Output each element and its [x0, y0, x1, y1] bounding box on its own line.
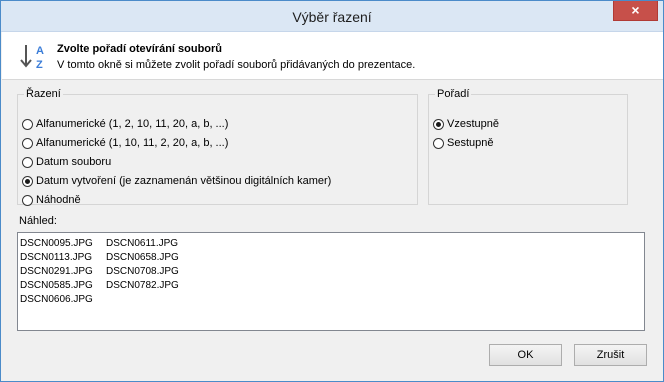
sort-option-label: Datum souboru: [36, 156, 112, 168]
header-title: Zvolte pořadí otevírání souborů: [57, 43, 223, 55]
list-item[interactable]: DSCN0291.JPG: [20, 265, 93, 279]
radio-button[interactable]: [22, 194, 33, 206]
order-group-legend: Pořadí: [437, 88, 470, 100]
svg-text:Z: Z: [36, 59, 43, 71]
close-button[interactable]: ×: [613, 1, 658, 21]
list-item[interactable]: DSCN0611.JPG: [106, 237, 179, 251]
sort-option-label: Datum vytvoření (je zaznamenán většinou …: [36, 175, 332, 187]
radio-button[interactable]: [22, 118, 33, 130]
sort-option-creation-date[interactable]: Datum vytvoření (je zaznamenán většinou …: [22, 175, 331, 187]
cancel-button[interactable]: Zrušit: [574, 344, 647, 366]
preview-column-2: DSCN0611.JPG DSCN0658.JPG DSCN0708.JPG D…: [106, 237, 179, 293]
sort-group-legend: Řazení: [26, 88, 61, 100]
sort-group: Řazení Alfanumerické (1, 2, 10, 11, 20, …: [17, 88, 418, 206]
list-item[interactable]: DSCN0113.JPG: [20, 251, 93, 265]
list-item[interactable]: DSCN0585.JPG: [20, 279, 93, 293]
sort-option-label: Náhodně: [36, 194, 81, 206]
dialog-window: Výběr řazení × A Z Zvolte pořadí otevírá…: [0, 0, 664, 382]
order-option-descending[interactable]: Sestupně: [433, 137, 493, 149]
sort-option-alnum-lexical[interactable]: Alfanumerické (1, 10, 11, 2, 20, a, b, .…: [22, 137, 228, 149]
radio-button[interactable]: [22, 156, 33, 168]
order-option-label: Sestupně: [447, 137, 494, 149]
sort-az-icon: A Z: [20, 45, 44, 71]
radio-button[interactable]: [22, 137, 33, 149]
list-item[interactable]: DSCN0708.JPG: [106, 265, 179, 279]
preview-list[interactable]: DSCN0095.JPG DSCN0113.JPG DSCN0291.JPG D…: [17, 232, 645, 331]
list-item[interactable]: DSCN0782.JPG: [106, 279, 179, 293]
preview-label: Náhled:: [19, 215, 57, 227]
header-panel: A Z Zvolte pořadí otevírání souborů V to…: [2, 32, 663, 80]
list-item[interactable]: DSCN0606.JPG: [20, 293, 93, 307]
order-option-ascending[interactable]: Vzestupně: [433, 118, 499, 130]
window-title: Výběr řazení: [292, 9, 372, 25]
sort-option-file-date[interactable]: Datum souboru: [22, 156, 111, 168]
sort-option-label: Alfanumerické (1, 2, 10, 11, 20, a, b, .…: [36, 118, 229, 130]
close-icon: ×: [631, 2, 640, 18]
sort-option-alnum-natural[interactable]: Alfanumerické (1, 2, 10, 11, 20, a, b, .…: [22, 118, 228, 130]
radio-button[interactable]: [433, 137, 444, 149]
header-description: V tomto okně si můžete zvolit pořadí sou…: [57, 59, 416, 71]
radio-button[interactable]: [433, 118, 444, 130]
list-item[interactable]: DSCN0095.JPG: [20, 237, 93, 251]
sort-option-random[interactable]: Náhodně: [22, 194, 81, 206]
order-group: Pořadí Vzestupně Sestupně: [428, 88, 628, 205]
radio-button[interactable]: [22, 175, 33, 187]
preview-column-1: DSCN0095.JPG DSCN0113.JPG DSCN0291.JPG D…: [20, 237, 93, 307]
list-item[interactable]: DSCN0658.JPG: [106, 251, 179, 265]
order-option-label: Vzestupně: [447, 118, 499, 130]
ok-button[interactable]: OK: [489, 344, 562, 366]
title-bar[interactable]: Výběr řazení ×: [1, 1, 663, 32]
sort-option-label: Alfanumerické (1, 10, 11, 2, 20, a, b, .…: [36, 137, 229, 149]
svg-text:A: A: [36, 45, 44, 57]
